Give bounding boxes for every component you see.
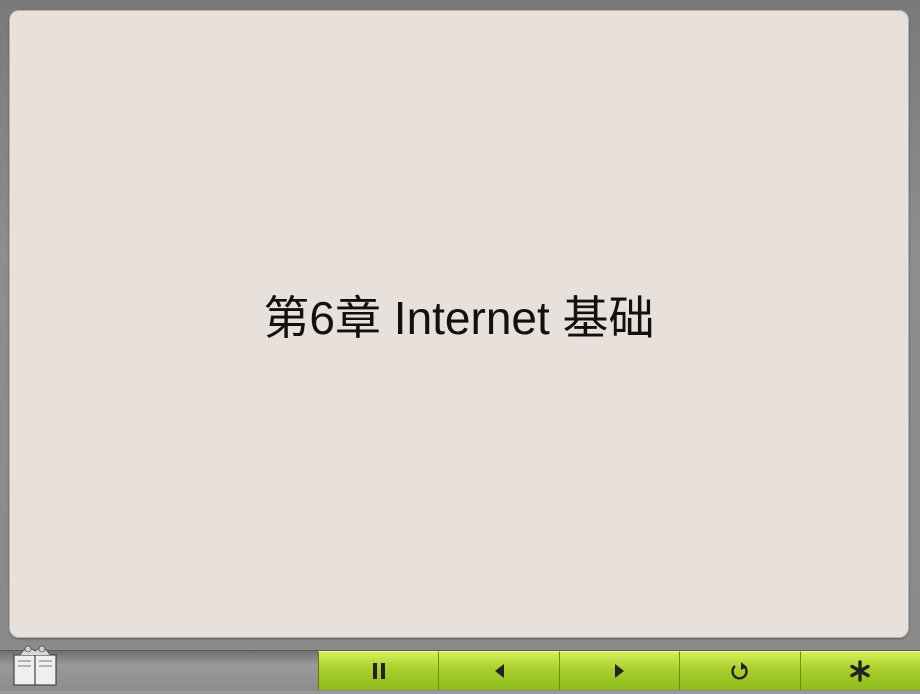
end-show-button[interactable] [799, 651, 920, 690]
slide-canvas: 第6章 Internet 基础 [9, 10, 909, 638]
previous-button[interactable] [438, 651, 559, 690]
pause-button[interactable] [318, 651, 439, 690]
replay-icon [729, 661, 751, 681]
playback-controls [318, 651, 920, 690]
slide-title: 第6章 Internet 基础 [263, 292, 655, 344]
asterisk-icon [849, 660, 871, 682]
book-icon[interactable] [8, 641, 62, 689]
triangle-right-icon [614, 663, 626, 679]
replay-button[interactable] [679, 651, 800, 690]
triangle-left-icon [493, 663, 505, 679]
next-button[interactable] [558, 651, 680, 690]
pause-icon [372, 662, 386, 680]
